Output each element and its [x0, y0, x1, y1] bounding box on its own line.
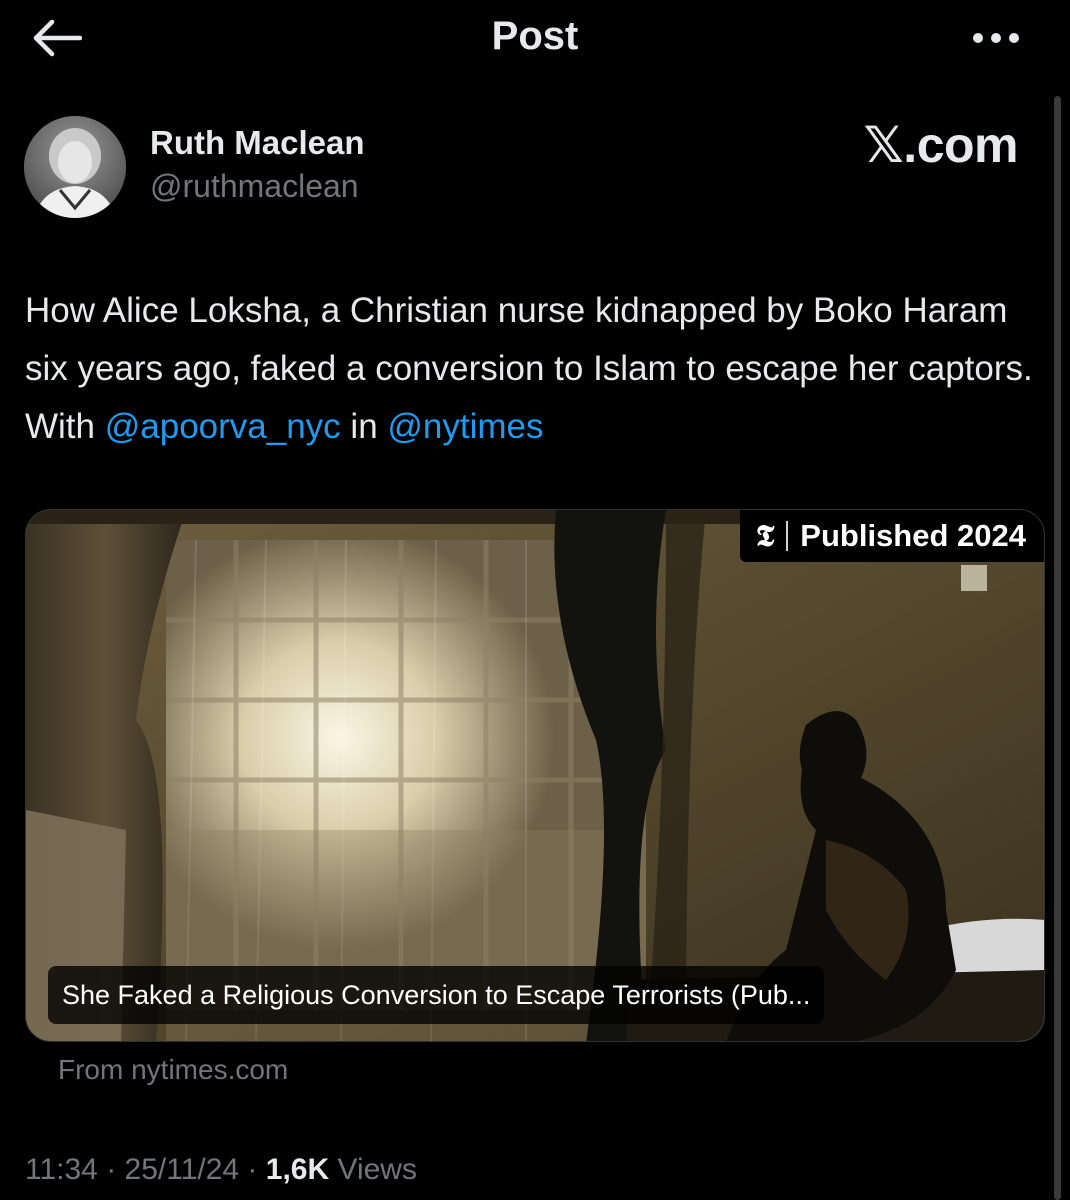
more-options-button[interactable]: [972, 26, 1020, 50]
publisher-badge: 𝕿 Published 2024: [739, 510, 1044, 562]
views-count: 1,6K: [265, 1153, 330, 1186]
x-brand-logo: 𝕏.com: [863, 117, 1019, 173]
top-bar: Post: [0, 0, 1070, 76]
badge-divider: [786, 521, 789, 551]
link-preview-card[interactable]: 𝕿 Published 2024 She Faked a Religious C…: [25, 509, 1045, 1042]
published-label: Published 2024: [800, 518, 1026, 553]
article-image: [26, 510, 1044, 1041]
link-source[interactable]: From nytimes.com: [58, 1054, 288, 1086]
nytimes-logo-icon: 𝕿: [755, 518, 775, 554]
views-label: Views: [337, 1153, 417, 1186]
avatar[interactable]: [24, 116, 126, 218]
tweet-text-part: in: [340, 407, 388, 446]
avatar-photo: [24, 116, 126, 218]
post-time: 11:34: [25, 1153, 98, 1186]
post-meta: 11:34 · 25/11/24 · 1,6K Views: [25, 1153, 417, 1186]
post-date: 25/11/24: [124, 1153, 240, 1186]
mention-apoorva-nyc[interactable]: @apoorva_nyc: [105, 407, 341, 446]
author-handle[interactable]: @ruthmaclean: [150, 168, 359, 205]
tweet-text: How Alice Loksha, a Christian nurse kidn…: [25, 282, 1045, 456]
scrollbar[interactable]: [1054, 96, 1061, 1200]
article-headline: She Faked a Religious Conversion to Esca…: [48, 966, 825, 1024]
mention-nytimes[interactable]: @nytimes: [387, 407, 543, 446]
more-horizontal-icon: [973, 33, 1019, 43]
author-name[interactable]: Ruth Maclean: [150, 124, 365, 162]
page-title: Post: [491, 14, 579, 58]
